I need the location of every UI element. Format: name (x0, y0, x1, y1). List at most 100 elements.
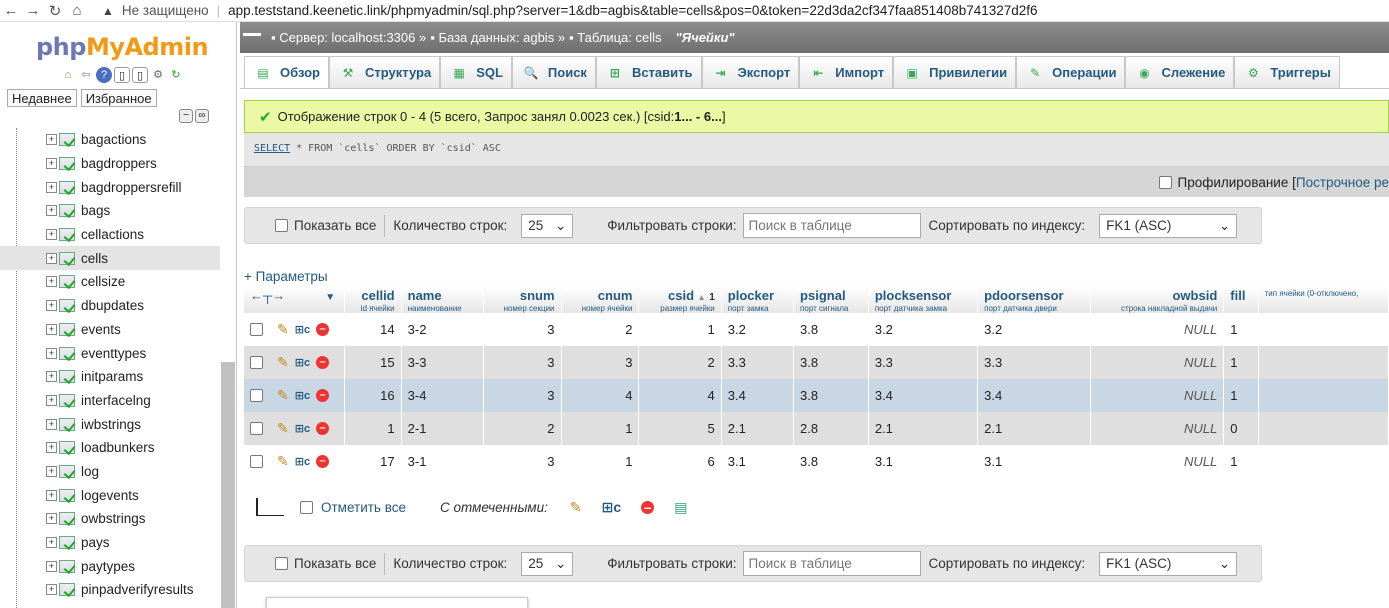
sql-select-keyword[interactable]: SELECT (254, 143, 290, 154)
table-cell[interactable]: 3-4 (401, 379, 484, 412)
expand-icon[interactable]: + (46, 300, 57, 312)
edit-icon[interactable]: ✎ (277, 354, 289, 371)
filter-input[interactable]: Поиск в таблице (742, 551, 921, 576)
expand-icon[interactable]: + (46, 513, 57, 525)
tab-triggers[interactable]: ⚙ Триггеры (1234, 56, 1340, 88)
sidebar-item-cellactions[interactable]: + cellactions (0, 223, 220, 247)
sidebar-item-events[interactable]: + events (0, 318, 220, 342)
table-cell[interactable]: 2 (561, 313, 640, 346)
sort-index-select[interactable]: FK1 (ASC) ⌄ (1099, 551, 1238, 576)
help-icon[interactable]: ? (96, 67, 112, 83)
collapse-nav-icon[interactable] (243, 32, 261, 43)
delete-selected-icon[interactable]: – (641, 500, 655, 514)
reload-icon[interactable]: ↻ (168, 67, 184, 83)
sidebar-item-initparams[interactable]: + initparams (0, 365, 220, 389)
expand-icon[interactable]: + (46, 181, 57, 193)
table-cell[interactable]: 1 (1223, 313, 1259, 346)
table-row[interactable]: ✎ ⊞c –16 3-4 3 4 4 3.4 3.8 3.4 3.4 NULL 1 (244, 379, 1389, 412)
table-cell[interactable]: 3.8 (793, 313, 869, 346)
table-cell[interactable]: 4 (561, 379, 640, 412)
table-cell[interactable]: 3.4 (977, 379, 1091, 412)
breadcrumb-server[interactable]: ▪ Сервер: localhost:3306 » (271, 30, 426, 45)
table-cell[interactable]: 1 (638, 313, 722, 346)
copy-icon[interactable]: ⊞c (295, 356, 310, 369)
table-cell[interactable]: 1 (1223, 445, 1259, 478)
phpmyadmin-logo[interactable]: phpMyAdmin (36, 33, 209, 61)
recent-tab[interactable]: Недавнее (7, 89, 77, 107)
table-cell[interactable]: NULL (1090, 412, 1225, 445)
table-cell[interactable]: 1 (1223, 346, 1259, 379)
table-cell[interactable]: 3 (561, 346, 640, 379)
sidebar-item-bags[interactable]: + bags (0, 199, 220, 223)
column-header-snum[interactable]: snum номер секции (483, 286, 562, 313)
table-cell[interactable]: 2 (638, 346, 722, 379)
table-cell[interactable]: 6 (638, 445, 722, 478)
table-cell[interactable]: 3 (483, 313, 562, 346)
table-cell[interactable]: 3.3 (721, 346, 795, 379)
copy-icon[interactable]: ⊞c (295, 422, 310, 435)
table-cell[interactable]: 3.2 (868, 313, 979, 346)
page-icon[interactable]: ▯ (132, 67, 148, 83)
expand-icon[interactable]: + (46, 229, 57, 241)
table-cell[interactable] (1258, 412, 1389, 445)
show-all-checkbox[interactable] (275, 219, 288, 232)
sidebar-item-eventtypes[interactable]: + eventtypes (0, 341, 220, 365)
column-header-plocksensor[interactable]: plocksensor порт датчика замка (868, 286, 979, 313)
table-row[interactable]: ✎ ⊞c –15 3-3 3 3 2 3.3 3.8 3.3 3.3 NULL 1 (244, 346, 1389, 379)
query-results-operations[interactable]: Использование результатов запроса (266, 597, 528, 608)
column-header-csid[interactable]: csid ▲ 1 размер ячейки (638, 286, 722, 313)
sidebar-item-bagdroppers[interactable]: + bagdroppers (0, 152, 220, 176)
expand-icon[interactable]: + (46, 418, 57, 430)
delete-icon[interactable]: – (316, 356, 330, 369)
inline-edit-link[interactable]: Построчное ре (1296, 175, 1389, 190)
table-cell[interactable] (1258, 445, 1389, 478)
table-cell[interactable]: 3 (483, 379, 562, 412)
table-cell[interactable]: 0 (1223, 412, 1259, 445)
column-header-pdoorsensor[interactable]: pdoorsensor порт датчика двери (977, 286, 1091, 313)
breadcrumb-table[interactable]: ▪ Таблица: cells (569, 30, 661, 45)
row-checkbox[interactable] (250, 455, 263, 468)
reload-icon[interactable]: ↻ (44, 2, 66, 20)
table-cell[interactable]: 3.3 (977, 346, 1091, 379)
sidebar-item-log[interactable]: + log (0, 460, 220, 484)
table-cell[interactable]: 14 (344, 313, 402, 346)
options-link[interactable]: + Параметры (244, 269, 328, 284)
table-cell[interactable]: 2.1 (977, 412, 1091, 445)
table-cell[interactable]: 3.2 (977, 313, 1091, 346)
sidebar-item-bagactions[interactable]: + bagactions (0, 128, 220, 152)
column-header-fill[interactable]: fill (1223, 286, 1259, 313)
expand-icon[interactable]: + (46, 347, 57, 359)
expand-icon[interactable]: + (46, 323, 57, 335)
copy-icon[interactable]: ⊞c (295, 455, 310, 468)
profiling-checkbox[interactable] (1158, 175, 1172, 189)
table-cell[interactable]: 1 (561, 412, 640, 445)
expand-icon[interactable]: + (46, 205, 57, 217)
table-cell[interactable]: 2.1 (868, 412, 979, 445)
sidebar-item-dbupdates[interactable]: + dbupdates (0, 294, 220, 318)
copy-selected-icon[interactable]: ⊞c (602, 499, 622, 516)
edit-icon[interactable]: ✎ (277, 420, 289, 437)
table-cell[interactable]: 3.4 (721, 379, 795, 412)
column-toggle-header[interactable]: ←┬→ ▼ (244, 286, 345, 313)
tab-structure[interactable]: ⚒ Структура (329, 56, 441, 88)
show-all-label[interactable]: Показать все (294, 556, 376, 571)
tab-operations[interactable]: ✎ Операции (1016, 56, 1126, 88)
favorites-tab[interactable]: Избранное (80, 89, 157, 107)
tab-tracking[interactable]: ◉ Слежение (1125, 56, 1235, 88)
table-cell[interactable]: NULL (1090, 445, 1225, 478)
table-cell[interactable]: 3-3 (401, 346, 484, 379)
breadcrumb-database[interactable]: ▪ База данных: agbis » (430, 30, 565, 45)
table-cell[interactable]: 3 (483, 346, 562, 379)
delete-icon[interactable]: – (316, 455, 330, 468)
table-cell[interactable]: 1 (1223, 379, 1259, 412)
sidebar-item-owbstrings[interactable]: + owbstrings (0, 507, 220, 531)
sidebar-item-iwbstrings[interactable]: + iwbstrings (0, 412, 220, 436)
column-header-cnum[interactable]: cnum номер ячейки (561, 286, 640, 313)
rows-count-select[interactable]: 25 ⌄ (521, 551, 574, 576)
sidebar-item-loadbunkers[interactable]: + loadbunkers (0, 436, 220, 460)
row-checkbox[interactable] (250, 356, 263, 369)
expand-icon[interactable]: + (46, 134, 57, 146)
filter-input[interactable]: Поиск в таблице (742, 213, 921, 238)
column-header-owbsid[interactable]: owbsid строка накладной выдачи (1090, 286, 1225, 313)
table-cell[interactable] (1258, 346, 1389, 379)
